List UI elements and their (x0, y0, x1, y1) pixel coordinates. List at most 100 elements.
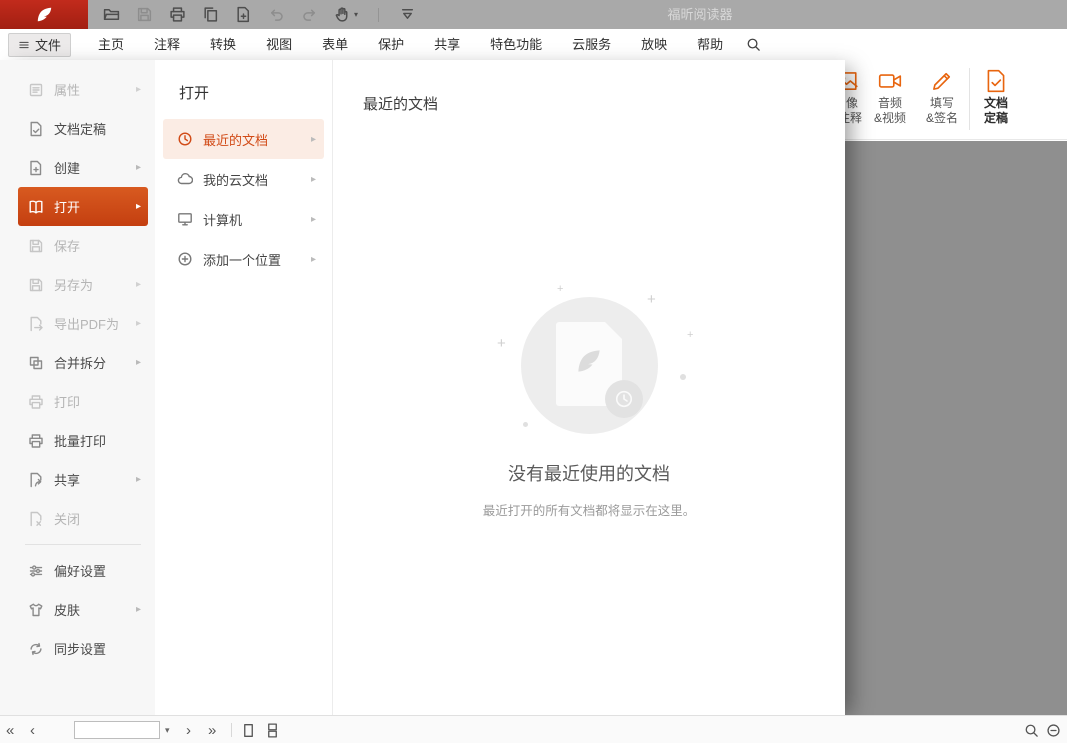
open-panel: 打开 最近的文档▸ 我的云文档▸ 计算机▸ 添加一个位置▸ (155, 60, 333, 715)
decor-plus: + (557, 284, 563, 295)
submenu-arrow-icon: ▸ (136, 201, 141, 212)
submenu-arrow-icon: ▸ (311, 214, 316, 225)
backstage-item-batch-print[interactable]: 批量打印 (18, 421, 148, 460)
statusbar-divider (231, 723, 232, 737)
submenu-arrow-icon: ▸ (311, 254, 316, 265)
submenu-arrow-icon: ▸ (136, 84, 141, 95)
ribbon-tab-bar: 文件 主页 注释 转换 视图 表单 保护 共享 特色功能 云服务 放映 帮助 (0, 29, 1067, 60)
backstage-nav-cloud-documents[interactable]: 我的云文档▸ (163, 159, 324, 199)
customize-toolbar-icon[interactable] (399, 6, 416, 23)
fill-sign-button[interactable]: 填写 &签名 (920, 65, 964, 135)
audio-video-button[interactable]: 音频 &视频 (868, 65, 912, 135)
decor-plus: + (687, 330, 693, 341)
sidebar-divider (25, 544, 141, 545)
pencil-icon (929, 68, 955, 94)
decor-plus: + (497, 336, 506, 351)
undo-icon[interactable] (268, 6, 285, 23)
share-icon (28, 472, 44, 488)
zoom-out-button[interactable] (1046, 716, 1061, 743)
tab-convert[interactable]: 转换 (195, 29, 251, 60)
backstage-item-export-pdf: 导出PDF为▸ (18, 304, 148, 343)
save-icon[interactable] (136, 6, 153, 23)
properties-icon (28, 82, 44, 98)
backstage-item-merge-split[interactable]: 合并拆分▸ (18, 343, 148, 382)
app-window: ▾ 福昕阅读器 文件 主页 注释 转换 视图 表单 保护 共享 特色功能 云服务… (0, 0, 1067, 743)
open-panel-title: 打开 (155, 74, 332, 119)
close-document-icon (28, 511, 44, 527)
submenu-arrow-icon: ▸ (136, 162, 141, 173)
search-icon[interactable] (746, 37, 761, 52)
marquee-zoom-icon[interactable] (1024, 716, 1039, 743)
toolbar-divider (378, 8, 379, 22)
submenu-arrow-icon: ▸ (136, 279, 141, 290)
ribbon-group-divider (969, 68, 970, 130)
backstage-item-doc-finalize[interactable]: 文档定稿 (18, 109, 148, 148)
titlebar: ▾ 福昕阅读器 (0, 0, 1067, 29)
first-page-button[interactable]: « (6, 716, 14, 743)
tab-special-features[interactable]: 特色功能 (475, 29, 557, 60)
decor-plus: + (647, 292, 656, 307)
page-number-input[interactable] (74, 721, 160, 739)
empty-state-title: 没有最近使用的文档 (333, 460, 845, 486)
save-icon (28, 238, 44, 254)
redo-icon[interactable] (301, 6, 318, 23)
backstage-item-sync-settings[interactable]: 同步设置 (18, 629, 148, 668)
next-page-button[interactable]: › (186, 716, 191, 743)
print-icon[interactable] (169, 6, 186, 23)
backstage-item-preferences[interactable]: 偏好设置 (18, 551, 148, 590)
create-document-icon[interactable] (235, 6, 252, 23)
submenu-arrow-icon: ▸ (136, 357, 141, 368)
decor-dot (523, 422, 528, 427)
backstage-item-create[interactable]: 创建▸ (18, 148, 148, 187)
batch-print-icon (28, 433, 44, 449)
continuous-view-button[interactable] (265, 716, 280, 743)
backstage-item-share[interactable]: 共享▸ (18, 460, 148, 499)
preferences-icon (28, 563, 44, 579)
copy-pages-icon[interactable] (202, 6, 219, 23)
document-check-icon (983, 68, 1009, 94)
recent-clock-badge (605, 380, 643, 418)
tab-help[interactable]: 帮助 (682, 29, 738, 60)
hand-tool-button[interactable]: ▾ (334, 6, 358, 23)
tab-cloud-service[interactable]: 云服务 (557, 29, 626, 60)
backstage-item-save-as: 另存为▸ (18, 265, 148, 304)
pane-title: 最近的文档 (363, 93, 438, 114)
empty-state-subtitle: 最近打开的所有文档都将显示在这里。 (333, 500, 845, 519)
submenu-arrow-icon: ▸ (311, 134, 316, 145)
main-content: 图像 &注释 音频 &视频 填写 &签名 文档 定稿 (0, 60, 1067, 715)
submenu-arrow-icon: ▸ (136, 318, 141, 329)
last-page-button[interactable]: » (208, 716, 216, 743)
prev-page-button[interactable]: ‹ (30, 716, 35, 743)
backstage-item-open[interactable]: 打开▸ (18, 187, 148, 226)
quick-access-toolbar: ▾ (88, 6, 416, 23)
backstage-sidebar: 属性▸ 文档定稿 创建▸ 打开▸ 保存 (0, 60, 155, 715)
file-menu-button[interactable]: 文件 (8, 33, 71, 57)
save-as-icon (28, 277, 44, 293)
backstage-nav-recent-documents[interactable]: 最近的文档▸ (163, 119, 324, 159)
video-camera-icon (877, 68, 903, 94)
open-file-icon[interactable] (103, 6, 120, 23)
add-place-icon (177, 251, 193, 267)
empty-state-illustration: + + + + (479, 288, 699, 448)
backstage-nav-computer[interactable]: 计算机▸ (163, 199, 324, 239)
file-menu-label: 文件 (35, 35, 61, 54)
computer-icon (177, 211, 193, 227)
tab-protect[interactable]: 保护 (363, 29, 419, 60)
single-page-view-button[interactable] (241, 716, 256, 743)
foxit-kite-watermark-icon (574, 346, 604, 376)
doc-finalize-icon (28, 121, 44, 137)
tab-home[interactable]: 主页 (83, 29, 139, 60)
page-dropdown-icon[interactable]: ▾ (165, 716, 170, 743)
tab-share[interactable]: 共享 (419, 29, 475, 60)
submenu-arrow-icon: ▸ (311, 174, 316, 185)
backstage-nav-add-place[interactable]: 添加一个位置▸ (163, 239, 324, 279)
tab-slideshow[interactable]: 放映 (626, 29, 682, 60)
backstage-item-skin[interactable]: 皮肤▸ (18, 590, 148, 629)
cloud-icon (177, 171, 193, 187)
foxit-logo[interactable] (0, 0, 88, 29)
tab-comment[interactable]: 注释 (139, 29, 195, 60)
tab-view[interactable]: 视图 (251, 29, 307, 60)
skin-icon (28, 602, 44, 618)
document-finalize-button[interactable]: 文档 定稿 (974, 65, 1018, 135)
tab-form[interactable]: 表单 (307, 29, 363, 60)
